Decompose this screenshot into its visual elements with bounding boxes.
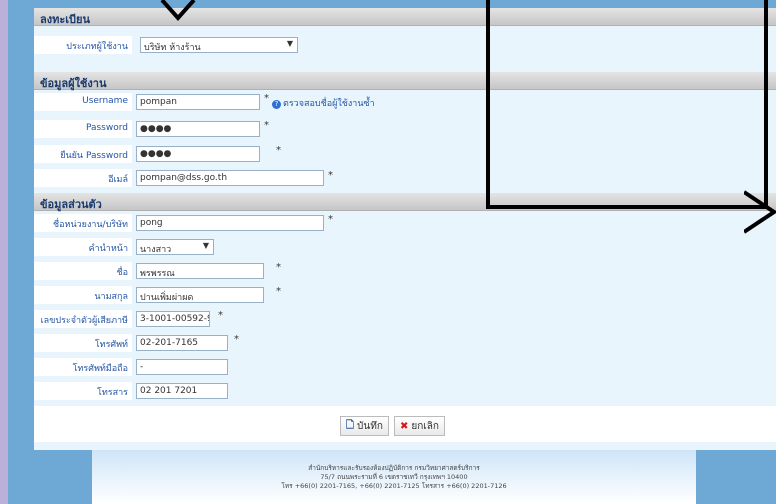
page-footer: สำนักบริหารและรับรองห้องปฏิบัติการ กรมวิ…: [92, 450, 696, 504]
confirm-password-label: ยืนยัน Password: [60, 151, 128, 161]
phone-label: โทรศัพท์: [94, 340, 128, 350]
field-label-cell: ยืนยัน Password: [34, 145, 132, 163]
footer-address: 75/7 ถนนพระรามที่ 6 เขตราชเทวี กรุงเทพฯ …: [320, 473, 468, 481]
taxid-input[interactable]: 3-1001-00592-96-3: [136, 311, 210, 327]
password-label: Password: [85, 123, 128, 133]
required-mark: *: [264, 120, 269, 131]
field-label-cell: นามสกุล: [34, 286, 132, 304]
title-label: คำนำหน้า: [88, 244, 128, 254]
field-label-cell: ชื่อหน่วยงาน/บริษัท: [34, 214, 132, 232]
field-label-cell: Username: [34, 93, 132, 111]
user-type-select[interactable]: บริษัท ห้างร้าน ▼: [140, 37, 298, 53]
dropdown-arrow-icon: ▼: [202, 241, 209, 250]
required-mark: *: [276, 286, 281, 297]
field-label-cell: โทรศัพท์มือถือ: [34, 358, 132, 376]
taxid-label: เลขประจำตัวผู้เสียภาษี: [40, 316, 128, 326]
required-mark: *: [264, 93, 269, 104]
footer-org: สำนักบริหารและรับรองห้องปฏิบัติการ กรมวิ…: [308, 464, 480, 472]
confirm-password-input[interactable]: ●●●●: [136, 146, 260, 162]
field-label-cell: เลขประจำตัวผู้เสียภาษี: [34, 310, 132, 328]
field-label-cell: โทรศัพท์: [34, 334, 132, 352]
save-label: บันทึก: [357, 420, 383, 432]
annotation-frame: [486, 0, 768, 209]
annotation-arrow-right-icon: [744, 190, 776, 234]
cancel-icon: ✖: [400, 420, 409, 432]
field-label-cell: โทรสาร: [34, 382, 132, 400]
fax-label: โทรสาร: [97, 388, 128, 398]
required-mark: *: [234, 334, 239, 345]
section-title: ข้อมูลผู้ใช้งาน: [40, 77, 107, 90]
section-title: ข้อมูลส่วนตัว: [40, 198, 102, 211]
field-label-cell: ชื่อ: [34, 262, 132, 280]
field-label-cell: อีเมล์: [34, 169, 132, 187]
required-mark: *: [328, 170, 333, 181]
company-input[interactable]: pong: [136, 215, 324, 231]
check-username-text: ตรวจสอบชื่อผู้ใช้งานซ้ำ: [283, 99, 375, 109]
mobile-label: โทรศัพท์มือถือ: [72, 364, 128, 374]
save-icon: 🗋: [346, 419, 355, 431]
help-icon: ?: [272, 100, 281, 109]
field-label-cell: ประเภทผู้ใช้งาน: [34, 36, 132, 54]
required-mark: *: [328, 214, 333, 225]
user-type-value: บริษัท ห้างร้าน: [144, 43, 201, 53]
field-label-cell: คำนำหน้า: [34, 238, 132, 256]
lastname-input[interactable]: ปานเพิ่มผ่าผด: [136, 287, 264, 303]
field-label-cell: Password: [34, 120, 132, 138]
username-input[interactable]: pompan: [136, 94, 260, 110]
company-label: ชื่อหน่วยงาน/บริษัท: [53, 220, 128, 230]
firstname-label: ชื่อ: [116, 268, 128, 278]
firstname-input[interactable]: พรพรรณ: [136, 263, 264, 279]
section-title: ลงทะเบียน: [40, 13, 90, 26]
annotation-arrow-down-icon: [160, 0, 196, 22]
password-input[interactable]: ●●●●: [136, 121, 260, 137]
cancel-button[interactable]: ✖ ยกเลิก: [394, 416, 445, 436]
lastname-label: นามสกุล: [94, 292, 128, 302]
title-value: นางสาว: [140, 245, 172, 255]
check-username-link[interactable]: ? ตรวจสอบชื่อผู้ใช้งานซ้ำ: [272, 96, 375, 110]
cancel-label: ยกเลิก: [411, 420, 439, 432]
email-label: อีเมล์: [108, 175, 128, 185]
user-type-label: ประเภทผู้ใช้งาน: [66, 42, 128, 52]
save-button[interactable]: 🗋 บันทึก: [340, 416, 389, 436]
title-select[interactable]: นางสาว ▼: [136, 239, 214, 255]
button-bar: 🗋 บันทึก ✖ ยกเลิก: [34, 406, 776, 442]
required-mark: *: [218, 310, 223, 321]
email-input[interactable]: pompan@dss.go.th: [136, 170, 324, 186]
required-mark: *: [276, 145, 281, 156]
phone-input[interactable]: 02-201-7165: [136, 335, 228, 351]
fax-input[interactable]: 02 201 7201: [136, 383, 228, 399]
required-mark: *: [276, 262, 281, 273]
footer-contact: โทร +66(0) 2201-7165, +66(0) 2201-7125 โ…: [281, 482, 507, 490]
mobile-input[interactable]: -: [136, 359, 228, 375]
dropdown-arrow-icon: ▼: [286, 39, 293, 48]
username-label: Username: [82, 96, 128, 106]
